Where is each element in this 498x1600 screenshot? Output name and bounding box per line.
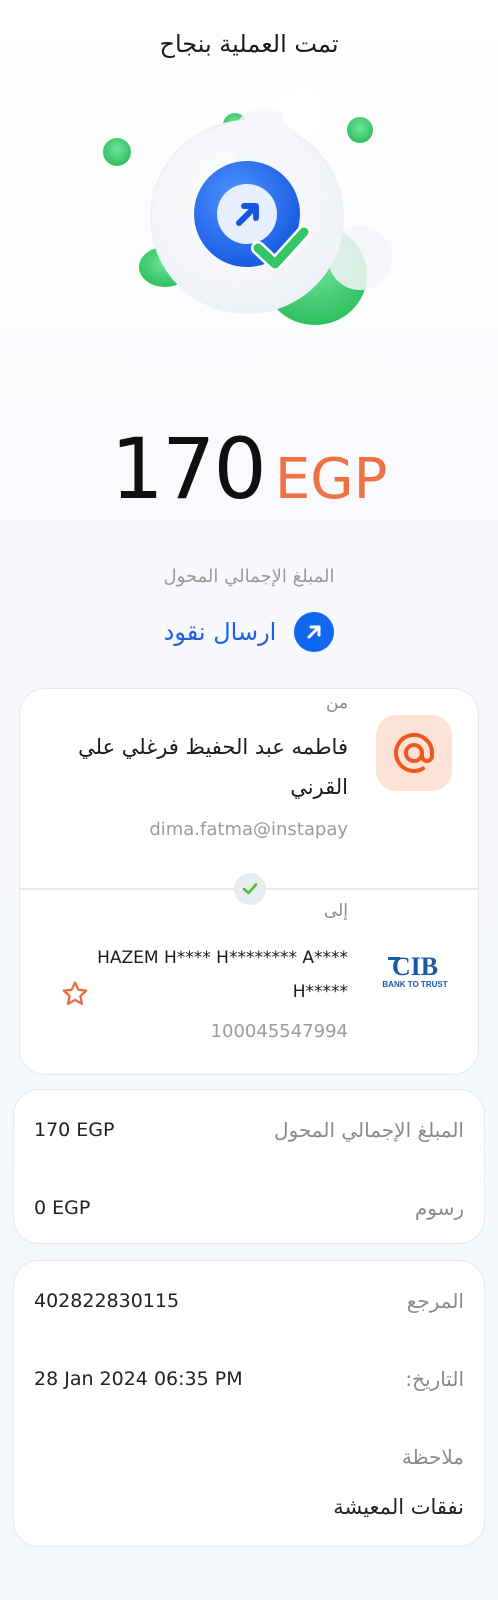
at-sign-icon: [376, 715, 452, 791]
date-value: 28 Jan 2024 06:35 PM: [34, 1368, 243, 1390]
note-value-row: نفقات المعيشة: [14, 1495, 484, 1519]
transfer-type: ارسال نقود: [0, 612, 498, 652]
transfer-type-label: ارسال نقود: [163, 618, 277, 646]
summary-total-value: 170 EGP: [34, 1119, 115, 1141]
recipient-name-line1: HAZEM H**** H******** A****: [97, 948, 348, 968]
favorite-star-icon[interactable]: [60, 979, 90, 1013]
transferred-amount: 170 EGP: [0, 420, 498, 518]
summary-fees-value: 0 EGP: [34, 1197, 91, 1219]
sender-address: dima.fatma@instapay: [149, 819, 348, 840]
summary-row-total: 170 EGP المبلغ الإجمالي المحول: [14, 1118, 484, 1142]
note-value: نفقات المعيشة: [333, 1495, 464, 1519]
cib-bank-logo: CIB BANK TO TRUST: [378, 951, 452, 993]
sender-name-line1: فاطمه عبد الحفيظ فرغلي علي: [78, 735, 348, 759]
from-label: من: [325, 693, 348, 713]
note-label-row: ملاحظة: [14, 1445, 484, 1469]
to-label: إلى: [323, 901, 348, 921]
summary-total-label: المبلغ الإجمالي المحول: [274, 1118, 464, 1142]
cib-logo-text: CIB: [392, 952, 438, 981]
sender-name: فاطمه عبد الحفيظ فرغلي علي القرني: [48, 727, 348, 807]
note-label: ملاحظة: [401, 1445, 464, 1469]
reference-row: 402822830115 المرجع: [14, 1289, 484, 1313]
recipient-name: HAZEM H**** H******** A**** H*****: [48, 941, 348, 1009]
amount-value: 170: [110, 420, 267, 518]
transaction-receipt: تمت العملية بنجاح 170 EGP المبلغ الإجمال…: [0, 0, 498, 1600]
recipient-account: 100045547994: [210, 1021, 348, 1042]
parties-card: من فاطمه عبد الحفيظ فرغلي علي القرني dim…: [19, 688, 479, 1075]
summary-card: 170 EGP المبلغ الإجمالي المحول 0 EGP رسو…: [13, 1089, 485, 1244]
summary-row-fees: 0 EGP رسوم: [14, 1196, 484, 1220]
summary-fees-label: رسوم: [414, 1196, 464, 1220]
details-card: 402822830115 المرجع 28 Jan 2024 06:35 PM…: [13, 1260, 485, 1547]
date-row: 28 Jan 2024 06:35 PM التاريخ:: [14, 1367, 484, 1391]
amount-currency: EGP: [274, 447, 388, 512]
cib-tagline-text: BANK TO TRUST: [382, 980, 447, 989]
success-illustration-graphic: [103, 93, 392, 325]
amount-caption: المبلغ الإجمالي المحول: [163, 566, 335, 587]
arrow-up-right-icon: [294, 612, 335, 652]
reference-value: 402822830115: [34, 1290, 180, 1312]
date-label: التاريخ:: [405, 1367, 464, 1391]
reference-label: المرجع: [406, 1289, 464, 1313]
recipient-name-line2: H*****: [292, 982, 348, 1002]
page-title: تمت العملية بنجاح: [159, 30, 339, 58]
sender-name-line2: القرني: [290, 775, 348, 799]
success-illustration: [0, 90, 498, 350]
